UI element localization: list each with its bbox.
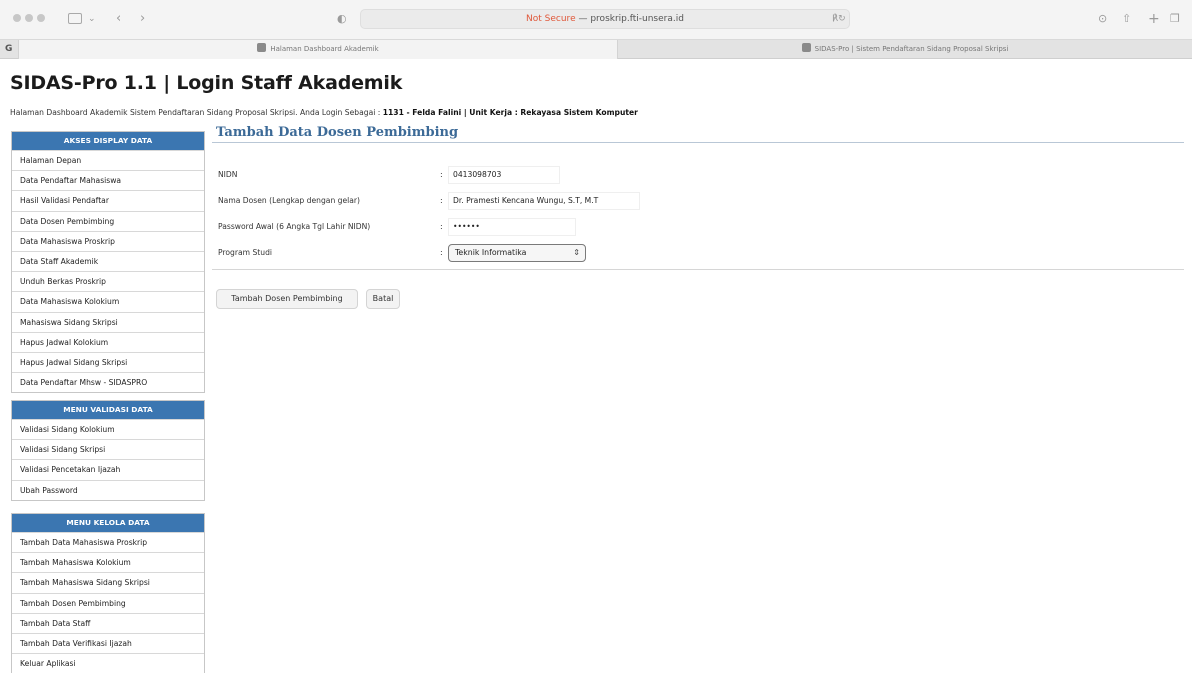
close-window-dot[interactable] — [13, 14, 21, 22]
address-bar[interactable]: Not Secure — proskrip.fti-unsera.id — [360, 9, 850, 29]
nidn-input[interactable]: 0413098703 — [448, 166, 560, 184]
sidebar-item-tambah-mahasiswa-sidang-skripsi[interactable]: Tambah Mahasiswa Sidang Skripsi — [12, 572, 204, 592]
sidebar-section-kelola: MENU KELOLA DATA Tambah Data Mahasiswa P… — [11, 513, 205, 673]
tab-overview-icon[interactable]: ❐ — [1170, 10, 1180, 28]
download-icon[interactable]: ⊙ — [1098, 10, 1107, 28]
new-tab-icon[interactable]: + — [1148, 10, 1160, 28]
sidebar-item-hapus-jadwal-kolokium[interactable]: Hapus Jadwal Kolokium — [12, 331, 204, 352]
cancel-button[interactable]: Batal — [366, 289, 400, 309]
sidebar-toggle-icon[interactable] — [68, 13, 82, 24]
login-info-user: 1131 - Felda Falini | Unit Kerja : Rekay… — [382, 108, 638, 117]
program-studi-select[interactable]: Teknik Informatika ⇕ — [448, 244, 586, 262]
sidebar-item-unduh-berkas-proskrip[interactable]: Unduh Berkas Proskrip — [12, 271, 204, 291]
zoom-window-dot[interactable] — [37, 14, 45, 22]
share-icon[interactable]: ⇧ — [1122, 10, 1131, 28]
sidebar-item-data-dosen-pembimbing[interactable]: Data Dosen Pembimbing — [12, 210, 204, 231]
field-colon: : — [440, 196, 443, 205]
sidebar-heading: MENU VALIDASI DATA — [12, 401, 204, 419]
field-colon: : — [440, 222, 443, 231]
form-row-program-studi: Program Studi : Teknik Informatika ⇕ — [212, 244, 1184, 264]
tab-dashboard[interactable]: Halaman Dashboard Akademik — [18, 40, 618, 59]
login-info: Halaman Dashboard Akademik Sistem Pendaf… — [10, 108, 638, 117]
sidebar-item-tambah-data-staff[interactable]: Tambah Data Staff — [12, 612, 204, 633]
tab-sidas-pro[interactable]: SIDAS-Pro | Sistem Pendaftaran Sidang Pr… — [618, 40, 1192, 59]
sidebar-item-hapus-jadwal-sidang-skripsi[interactable]: Hapus Jadwal Sidang Skripsi — [12, 351, 204, 372]
page-content: SIDAS-Pro 1.1 | Login Staff Akademik Hal… — [0, 60, 1192, 673]
sidebar-item-data-pendaftar-mahasiswa[interactable]: Data Pendaftar Mahasiswa — [12, 170, 204, 190]
sidebar-item-tambah-dosen-pembimbing[interactable]: Tambah Dosen Pembimbing — [12, 592, 204, 613]
form-row-password: Password Awal (6 Angka Tgl Lahir NIDN) :… — [212, 218, 1184, 238]
address-host: proskrip.fti-unsera.id — [590, 14, 684, 24]
program-studi-selected: Teknik Informatika — [455, 248, 527, 257]
window-controls[interactable] — [13, 14, 45, 22]
sidebar-item-data-mahasiswa-kolokium[interactable]: Data Mahasiswa Kolokium — [12, 291, 204, 311]
sidebar-item-ubah-password[interactable]: Ubah Password — [12, 479, 204, 500]
page-favicon-icon — [801, 43, 811, 52]
sidebar-item-tambah-mahasiswa-kolokium[interactable]: Tambah Mahasiswa Kolokium — [12, 552, 204, 572]
browser-toolbar: ⌄ ‹ › ◐ Not Secure — proskrip.fti-unsera… — [0, 0, 1192, 40]
nama-dosen-label: Nama Dosen (Lengkap dengan gelar) — [218, 196, 361, 205]
forward-icon[interactable]: › — [140, 10, 145, 28]
sidebar-item-data-pendaftar-sidaspro[interactable]: Data Pendaftar Mhsw - SIDASPRO — [12, 372, 204, 392]
sidebar-heading: MENU KELOLA DATA — [12, 514, 204, 532]
password-label: Password Awal (6 Angka Tgl Lahir NIDN) — [218, 222, 371, 231]
sidebar-item-data-mahasiswa-proskrip[interactable]: Data Mahasiswa Proskrip — [12, 230, 204, 251]
main-content: Tambah Data Dosen Pembimbing NIDN : 0413… — [212, 123, 1184, 309]
privacy-shield-icon[interactable]: ◐ — [337, 10, 347, 28]
not-secure-label: Not Secure — [526, 14, 576, 24]
sidebar-item-halaman-depan[interactable]: Halaman Depan — [12, 150, 204, 170]
pinned-tab-g-icon: G — [5, 44, 13, 54]
add-dosen-button[interactable]: Tambah Dosen Pembimbing — [216, 289, 358, 309]
form-title: Tambah Data Dosen Pembimbing — [212, 123, 1184, 143]
sidebar-item-validasi-sidang-kolokium[interactable]: Validasi Sidang Kolokium — [12, 419, 204, 439]
sidebar-section-validasi: MENU VALIDASI DATA Validasi Sidang Kolok… — [11, 400, 205, 501]
form-row-nama-dosen: Nama Dosen (Lengkap dengan gelar) : Dr. … — [212, 192, 1184, 212]
page-title: SIDAS-Pro 1.1 | Login Staff Akademik — [10, 72, 403, 94]
sidebar-item-validasi-sidang-skripsi[interactable]: Validasi Sidang Skripsi — [12, 439, 204, 459]
field-colon: : — [440, 170, 443, 179]
sidebar-item-data-staff-akademik[interactable]: Data Staff Akademik — [12, 250, 204, 271]
reload-icon[interactable]: ℟↻ — [832, 9, 846, 29]
sidebar-item-validasi-pencetakan-ijazah[interactable]: Validasi Pencetakan Ijazah — [12, 459, 204, 479]
form-divider — [212, 269, 1184, 270]
page-favicon-icon — [257, 43, 267, 52]
form-actions: Tambah Dosen Pembimbing Batal — [212, 289, 1184, 309]
nidn-label: NIDN — [218, 170, 238, 179]
sidebar-item-hasil-validasi-pendaftar[interactable]: Hasil Validasi Pendaftar — [12, 190, 204, 210]
form-row-nidn: NIDN : 0413098703 — [212, 166, 1184, 186]
sidebar-section-display: AKSES DISPLAY DATA Halaman Depan Data Pe… — [11, 131, 205, 394]
back-icon[interactable]: ‹ — [116, 10, 121, 28]
address-separator: — — [575, 14, 591, 24]
select-arrows-icon: ⇕ — [573, 248, 580, 257]
field-colon: : — [440, 248, 443, 257]
minimize-window-dot[interactable] — [25, 14, 33, 22]
sidebar-item-tambah-data-verifikasi-ijazah[interactable]: Tambah Data Verifikasi Ijazah — [12, 632, 204, 653]
chevron-down-icon[interactable]: ⌄ — [88, 10, 96, 28]
sidebar-item-mahasiswa-sidang-skripsi[interactable]: Mahasiswa Sidang Skripsi — [12, 311, 204, 332]
program-studi-label: Program Studi — [218, 248, 272, 257]
nama-dosen-input[interactable]: Dr. Pramesti Kencana Wungu, S.T, M.T — [448, 192, 640, 210]
login-info-prefix: Halaman Dashboard Akademik Sistem Pendaf… — [10, 108, 383, 117]
tab-dashboard-label: Halaman Dashboard Akademik — [270, 45, 379, 53]
sidebar-item-keluar-aplikasi[interactable]: Keluar Aplikasi — [12, 653, 204, 673]
tab-sidas-pro-label: SIDAS-Pro | Sistem Pendaftaran Sidang Pr… — [814, 45, 1009, 53]
tab-bar: Halaman Dashboard Akademik SIDAS-Pro | S… — [0, 40, 1192, 59]
sidebar-item-tambah-data-mahasiswa-proskrip[interactable]: Tambah Data Mahasiswa Proskrip — [12, 532, 204, 552]
password-input[interactable]: •••••• — [448, 218, 576, 236]
sidebar-heading: AKSES DISPLAY DATA — [12, 132, 204, 150]
